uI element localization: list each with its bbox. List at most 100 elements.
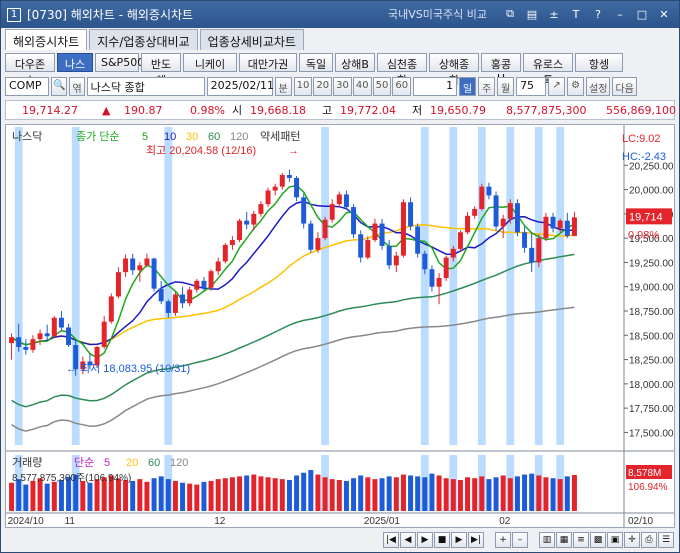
change-pct: 0.98% bbox=[190, 103, 225, 117]
chart-icon[interactable]: ▤ bbox=[525, 7, 539, 21]
minute-unit-button[interactable]: 분 bbox=[274, 77, 292, 96]
period-week-button[interactable]: 주 bbox=[478, 77, 496, 96]
market-button[interactable]: 상해B bbox=[335, 53, 375, 72]
highlight-band bbox=[14, 127, 23, 445]
candle-body bbox=[101, 321, 107, 347]
volume-bar bbox=[479, 476, 485, 511]
tab-overseas-chart[interactable]: 해외증시차트 bbox=[5, 29, 88, 50]
maximize-icon[interactable]: □ bbox=[635, 7, 649, 21]
highlight-band bbox=[321, 127, 329, 445]
minute-option-button[interactable]: 50 bbox=[372, 77, 392, 96]
market-button[interactable]: S&P500 bbox=[95, 53, 144, 72]
help-icon[interactable]: ? bbox=[591, 7, 605, 21]
date-input[interactable]: 2025/02/11 bbox=[206, 77, 274, 96]
candle-body bbox=[486, 186, 492, 196]
candle-body bbox=[400, 202, 406, 256]
candle-body bbox=[30, 339, 36, 350]
minute-option-button[interactable]: 10 bbox=[293, 77, 313, 96]
market-button[interactable]: 반도체 bbox=[141, 53, 181, 87]
market-button[interactable]: 다우존스 bbox=[5, 53, 55, 87]
market-button[interactable]: 상해종합 bbox=[429, 53, 479, 87]
menu-icon[interactable]: ☰ bbox=[658, 532, 674, 548]
bars-input[interactable]: 75 bbox=[516, 77, 547, 96]
period-day-button[interactable]: 일 bbox=[459, 77, 477, 96]
link-icon[interactable]: ⧉ bbox=[503, 7, 517, 21]
volume-bar bbox=[351, 478, 357, 511]
market-button[interactable]: 홍콩H bbox=[481, 53, 521, 85]
zoom-in-icon[interactable]: + bbox=[495, 532, 511, 548]
minute-option-button[interactable]: 40 bbox=[352, 77, 372, 96]
print-icon[interactable]: ⎙ bbox=[641, 532, 657, 548]
settings-button[interactable]: 설정 bbox=[586, 77, 611, 96]
lock-toggle[interactable]: 엮 bbox=[69, 77, 85, 96]
scroll-next-icon[interactable]: ▶ bbox=[451, 532, 467, 548]
open-value: 19,668.18 bbox=[250, 103, 306, 117]
candle-body bbox=[571, 217, 577, 236]
minute-option-button[interactable]: 20 bbox=[313, 77, 333, 96]
candle-body bbox=[301, 197, 307, 224]
volume-bar bbox=[529, 473, 535, 511]
count-input[interactable]: 1 bbox=[413, 77, 458, 96]
candle-body bbox=[514, 203, 520, 233]
volume-bar bbox=[137, 479, 143, 511]
gear-icon[interactable]: ⚙ bbox=[567, 77, 585, 96]
volume-bar bbox=[272, 478, 278, 511]
market-buttons: 다우존스나스닥S&P500반도체니케이대만가권독일상해B심천종합상해종합홍콩H유… bbox=[5, 53, 623, 87]
volume-period-label: 5 bbox=[104, 457, 110, 469]
market-button[interactable]: 유로스톡 bbox=[523, 53, 573, 87]
next-button[interactable]: 다음 bbox=[612, 77, 637, 96]
ma-line bbox=[11, 224, 575, 346]
draw-tool-icon[interactable]: ↗ bbox=[548, 77, 566, 96]
highlight-band bbox=[556, 127, 565, 445]
volume-bar bbox=[429, 473, 435, 511]
candle-body bbox=[408, 202, 414, 227]
volume-bar bbox=[258, 476, 264, 511]
minute-option-button[interactable]: 30 bbox=[333, 77, 352, 96]
highlight-band bbox=[449, 127, 458, 445]
line-style-icon[interactable]: ≡ bbox=[573, 532, 589, 548]
expand-icon[interactable]: ▣ bbox=[607, 532, 623, 548]
search-icon[interactable]: 🔍 bbox=[51, 77, 68, 96]
volume-bar bbox=[251, 474, 257, 511]
market-button[interactable]: 심천종합 bbox=[377, 53, 427, 87]
scroll-prev-icon[interactable]: ◀ bbox=[400, 532, 416, 548]
volume-bar bbox=[151, 478, 157, 511]
grid-icon[interactable]: ▩ bbox=[590, 532, 606, 548]
tab-sector-detail[interactable]: 업종상세비교차트 bbox=[199, 29, 304, 50]
code-input[interactable]: COMP bbox=[5, 77, 49, 96]
minute-option-button[interactable]: 60 bbox=[392, 77, 412, 96]
market-button[interactable]: 항셍 bbox=[575, 53, 623, 72]
window-number: 1 bbox=[7, 7, 21, 22]
chart-area[interactable]: 17,500.00 17,750.00 18,000.00 18,250.00 18,5… bbox=[5, 124, 675, 528]
name-field: 나스닥 종합 bbox=[86, 77, 205, 96]
volume-bar bbox=[457, 480, 463, 511]
candle-style-icon[interactable]: ▦ bbox=[556, 532, 572, 548]
market-button[interactable]: 나스닥 bbox=[57, 53, 93, 87]
market-button[interactable]: 니케이 bbox=[183, 53, 237, 72]
close-icon[interactable]: ✕ bbox=[657, 7, 671, 21]
minimize-icon[interactable]: – bbox=[613, 7, 627, 21]
candle-body bbox=[500, 218, 506, 227]
stop-icon[interactable]: ■ bbox=[434, 532, 450, 548]
volume-bar bbox=[130, 480, 136, 511]
text-icon[interactable]: T bbox=[569, 7, 583, 21]
tab-relative-compare[interactable]: 지수/업종상대비교 bbox=[89, 29, 198, 50]
scroll-first-icon[interactable]: |◀ bbox=[383, 532, 399, 548]
market-button[interactable]: 독일 bbox=[299, 53, 333, 72]
scroll-last-icon[interactable]: ▶| bbox=[468, 532, 484, 548]
compare-link[interactable]: 국내VS미국주식 비교 bbox=[388, 6, 487, 22]
zoom-out-icon[interactable]: – bbox=[512, 532, 528, 548]
amount-value: 556,869,100 bbox=[606, 103, 676, 117]
plus-minus-icon[interactable]: ± bbox=[547, 7, 561, 21]
volume-bar bbox=[400, 474, 406, 511]
period-month-button[interactable]: 월 bbox=[497, 77, 515, 96]
volume-bar bbox=[443, 478, 449, 511]
candle-body bbox=[557, 220, 563, 229]
scroll-play-icon[interactable]: ▶ bbox=[417, 532, 433, 548]
bar-style-icon[interactable]: ▥ bbox=[539, 532, 555, 548]
highlight-band bbox=[534, 127, 543, 445]
market-button[interactable]: 대만가권 bbox=[239, 53, 297, 72]
volume-bar bbox=[514, 476, 520, 511]
volume-bar bbox=[500, 475, 506, 511]
crosshair-icon[interactable]: ✛ bbox=[624, 532, 640, 548]
